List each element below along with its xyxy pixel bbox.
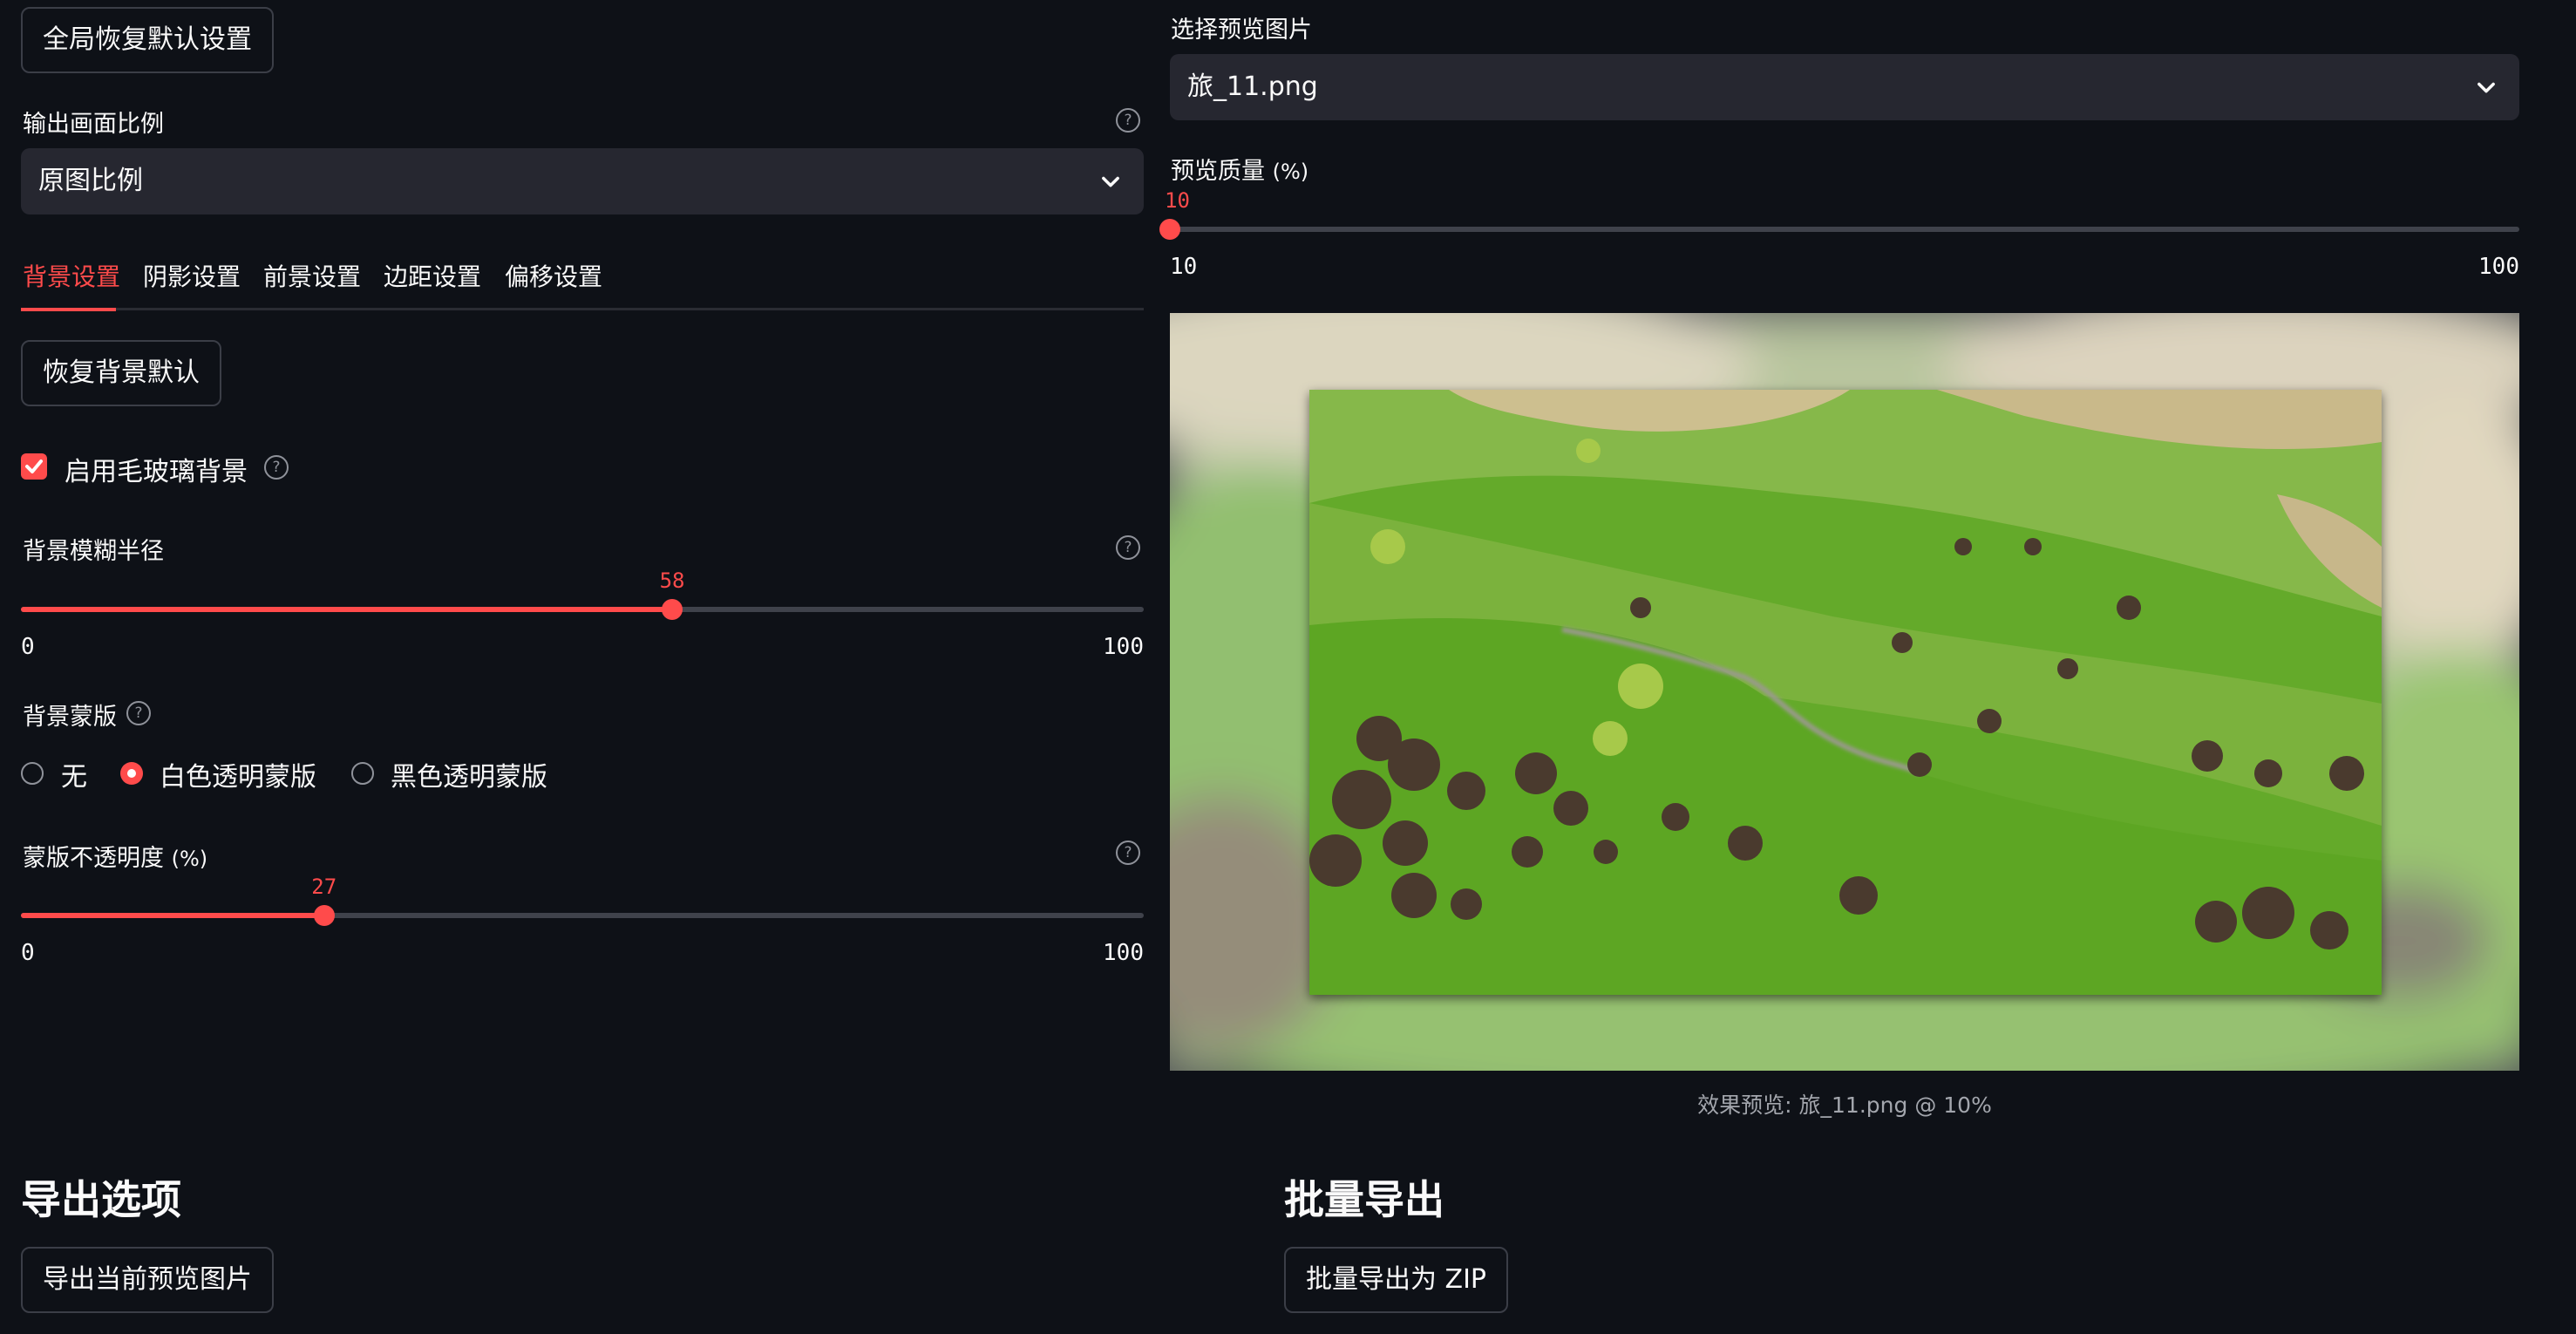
blur-radius-slider[interactable]: [21, 599, 1144, 620]
blur-radius-value: 58: [659, 568, 685, 593]
frosted-glass-help-icon[interactable]: ?: [264, 455, 289, 480]
mask-option-none-label: 无: [61, 762, 87, 793]
export-options-heading: 导出选项: [21, 1176, 181, 1223]
mask-option-black-label: 黑色透明蒙版: [391, 762, 547, 793]
preview-quality-value: 10: [1165, 188, 1190, 213]
preview-image-graphic: [1170, 313, 2519, 1071]
mask-opacity-thumb[interactable]: [313, 905, 335, 926]
preview-quality-unit: (%): [1272, 160, 1309, 184]
mask-opacity-max: 100: [1103, 940, 1144, 966]
frosted-glass-checkbox[interactable]: [21, 453, 47, 480]
mask-radio-black[interactable]: [351, 762, 374, 785]
preview-quality-min: 10: [1170, 254, 1198, 280]
reset-background-button[interactable]: 恢复背景默认: [21, 340, 221, 406]
preview-image-value: 旅_11.png: [1187, 71, 1318, 102]
tabs-divider: [21, 308, 1144, 310]
preview-image: [1170, 313, 2519, 1071]
aspect-ratio-help-icon[interactable]: ?: [1116, 108, 1140, 133]
preview-quality-slider[interactable]: [1159, 219, 2519, 240]
tab-shadow[interactable]: 阴影设置: [143, 258, 241, 293]
mask-radio-none[interactable]: [21, 762, 44, 785]
blur-radius-max: 100: [1103, 634, 1144, 660]
blur-radius-min: 0: [21, 634, 35, 660]
blur-radius-help-icon[interactable]: ?: [1116, 535, 1140, 560]
preview-image-select-label: 选择预览图片: [1171, 17, 1312, 44]
batch-export-heading: 批量导出: [1284, 1176, 1444, 1223]
mask-option-white-label: 白色透明蒙版: [160, 762, 316, 793]
aspect-ratio-select[interactable]: 原图比例: [21, 148, 1144, 214]
mask-opacity-unit: (%): [171, 847, 208, 871]
preview-quality-thumb[interactable]: [1159, 219, 1180, 240]
chevron-down-icon: [2477, 82, 2495, 93]
mask-opacity-label-text: 蒙版不透明度: [23, 845, 164, 872]
tab-margin[interactable]: 边距设置: [384, 258, 481, 293]
aspect-ratio-label: 输出画面比例: [23, 111, 164, 138]
mask-opacity-help-icon[interactable]: ?: [1116, 841, 1140, 865]
preview-quality-label-text: 预览质量: [1171, 158, 1265, 185]
mask-opacity-min: 0: [21, 940, 35, 966]
preview-quality-label: 预览质量 (%): [1171, 152, 1308, 186]
tab-background[interactable]: 背景设置: [23, 258, 120, 293]
mask-opacity-fill: [21, 913, 324, 918]
mask-opacity-slider[interactable]: [21, 905, 1144, 926]
reset-all-defaults-button[interactable]: 全局恢复默认设置: [21, 7, 274, 73]
frosted-glass-label: 启用毛玻璃背景: [65, 457, 248, 487]
check-icon: [25, 459, 43, 473]
tab-foreground[interactable]: 前景设置: [263, 258, 361, 293]
mask-opacity-value: 27: [311, 875, 337, 899]
export-current-preview-button[interactable]: 导出当前预览图片: [21, 1247, 274, 1313]
blur-radius-thumb[interactable]: [662, 599, 683, 620]
preview-caption: 效果预览: 旅_11.png @ 10%: [1697, 1092, 1992, 1118]
chevron-down-icon: [1102, 176, 1119, 187]
batch-export-zip-button[interactable]: 批量导出为 ZIP: [1284, 1247, 1509, 1313]
mask-opacity-label: 蒙版不透明度 (%): [23, 839, 207, 873]
mask-label: 背景蒙版: [23, 704, 117, 731]
mask-radio-white[interactable]: [120, 762, 143, 785]
mask-help-icon[interactable]: ?: [126, 701, 151, 725]
blur-radius-fill: [21, 607, 673, 612]
preview-quality-max: 100: [2478, 254, 2519, 280]
aspect-ratio-value: 原图比例: [38, 166, 143, 196]
preview-image-select[interactable]: 旅_11.png: [1170, 54, 2519, 120]
tab-offset[interactable]: 偏移设置: [505, 258, 602, 293]
blur-radius-label: 背景模糊半径: [23, 538, 164, 565]
active-tab-indicator: [21, 308, 116, 311]
